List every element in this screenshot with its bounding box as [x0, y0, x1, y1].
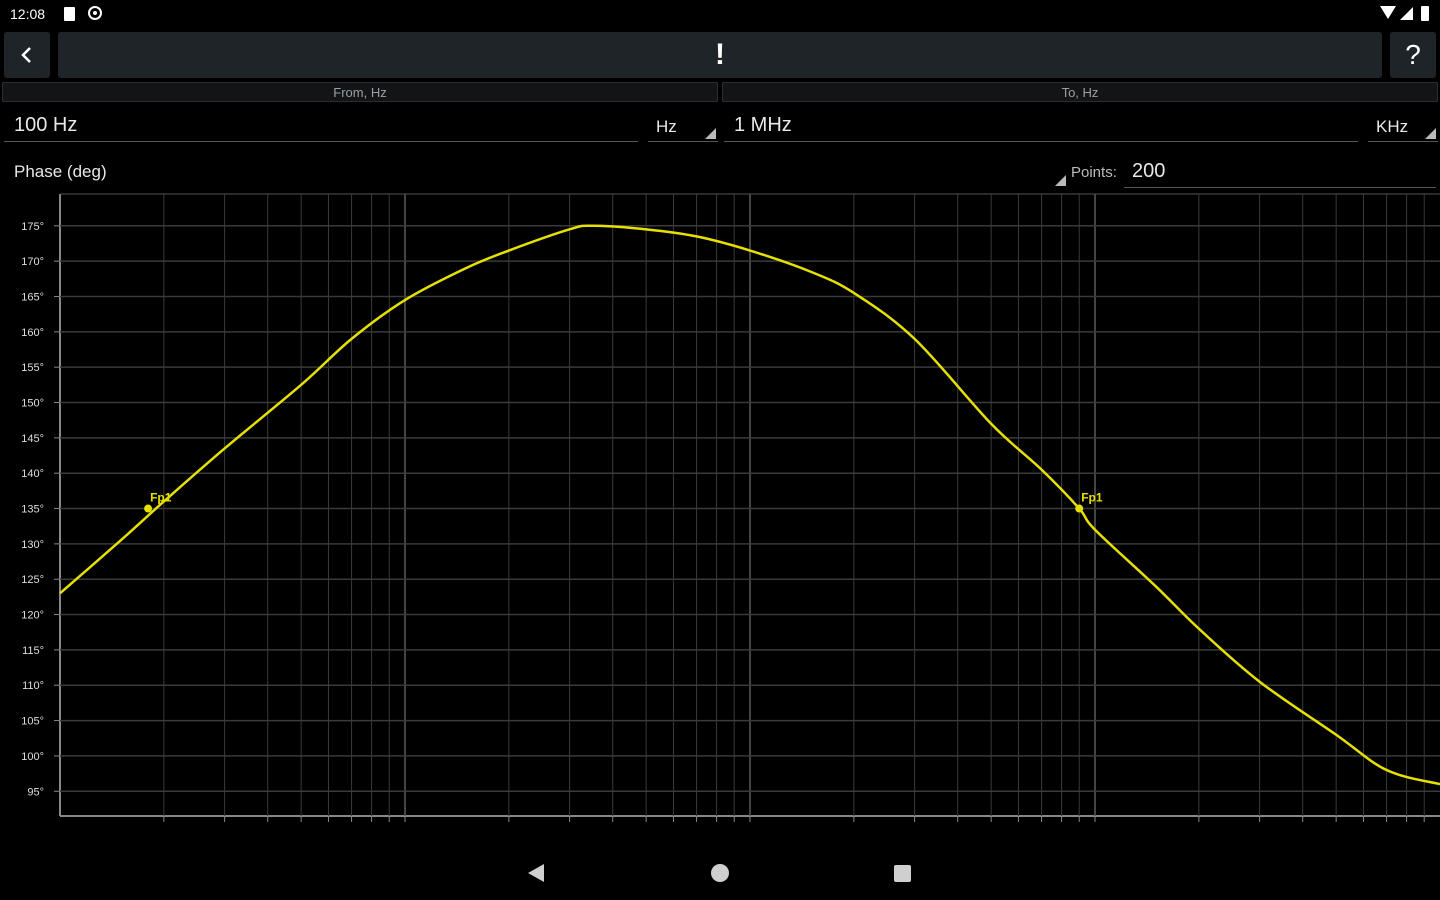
y-tick-label: 145°	[21, 433, 44, 445]
phase-chart[interactable]: 175° 170° 165° 160° 155° 150° 145° 140° 135° 130°…	[0, 190, 1440, 830]
y-tick-label: 105°	[21, 716, 44, 728]
sim-card-icon	[64, 7, 75, 21]
help-button[interactable]: ?	[1390, 32, 1436, 78]
nav-back-icon[interactable]	[528, 864, 544, 882]
points-input[interactable]	[1124, 156, 1436, 188]
y-tick-label: 125°	[21, 574, 44, 586]
y-axis-ticks: 175° 170° 165° 160° 155° 150° 145° 140° 135° 130°…	[21, 221, 44, 798]
y-tick-label: 130°	[21, 539, 44, 551]
to-unit-select[interactable]: KHz	[1368, 110, 1438, 142]
to-header: To, Hz	[722, 82, 1438, 102]
page-title: !	[715, 38, 725, 71]
wifi-icon	[1380, 6, 1396, 19]
nav-recents-icon[interactable]	[894, 865, 911, 882]
cellular-icon	[1400, 7, 1413, 20]
status-time: 12:08	[10, 6, 46, 22]
y-tick-label: 170°	[21, 256, 44, 268]
status-bar: 12:08	[0, 0, 1440, 28]
to-unit-label: KHz	[1376, 117, 1409, 136]
y-tick-label: 155°	[21, 362, 44, 374]
y-tick-label: 165°	[21, 291, 44, 303]
pole-marker-dot	[144, 504, 153, 513]
title-bar[interactable]: !	[58, 32, 1382, 78]
chevron-left-icon	[21, 47, 31, 63]
plot-mode-label: Phase (deg)	[14, 162, 107, 181]
y-tick-label: 95°	[27, 786, 44, 798]
dropdown-arrow-icon	[1425, 128, 1436, 139]
chart-grid	[54, 193, 1440, 822]
dropdown-arrow-icon	[1055, 175, 1066, 186]
y-tick-label: 150°	[21, 398, 44, 410]
y-tick-label: 140°	[21, 468, 44, 480]
pole-marker-label: Fp1	[1081, 491, 1103, 505]
y-tick-label: 135°	[21, 504, 44, 516]
to-frequency-input[interactable]	[724, 110, 1358, 142]
battery-icon	[1421, 6, 1429, 21]
pole-marker-dot	[1075, 504, 1084, 513]
y-tick-label: 120°	[21, 610, 44, 622]
nav-home-icon[interactable]	[711, 864, 729, 882]
y-tick-label: 175°	[21, 221, 44, 233]
y-tick-label: 115°	[22, 645, 44, 657]
sync-icon	[88, 6, 102, 20]
plot-mode-select[interactable]: Phase (deg)	[4, 156, 1068, 188]
points-label: Points:	[1071, 164, 1117, 181]
dropdown-arrow-icon	[705, 128, 716, 139]
back-button[interactable]	[4, 32, 50, 78]
from-unit-label: Hz	[656, 117, 677, 136]
y-tick-label: 100°	[21, 751, 44, 763]
from-frequency-input[interactable]	[4, 110, 638, 142]
y-tick-label: 110°	[22, 680, 44, 692]
y-tick-label: 160°	[21, 327, 44, 339]
pole-marker-label: Fp1	[150, 491, 172, 505]
from-unit-select[interactable]: Hz	[648, 110, 718, 142]
from-header: From, Hz	[2, 82, 718, 102]
